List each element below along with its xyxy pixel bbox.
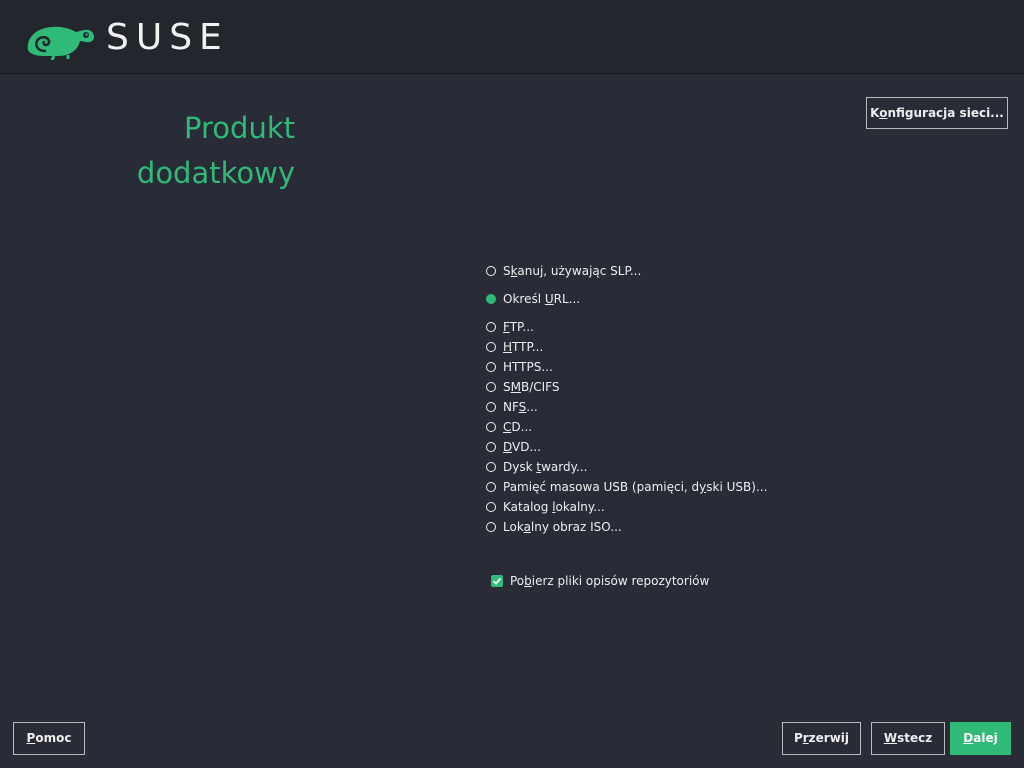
checkbox-label: Pobierz pliki opisów repozytoriów — [510, 574, 710, 588]
radio-option[interactable]: Pamięć masowa USB (pamięci, dyski USB)..… — [486, 478, 767, 496]
radio-unselected-icon[interactable] — [486, 266, 496, 276]
next-button-label: Dalej — [963, 731, 998, 745]
next-button[interactable]: Dalej — [950, 722, 1011, 755]
page-title-line1: Produkt — [184, 111, 295, 145]
page-title: Produkt dodatkowy — [137, 106, 295, 196]
radio-unselected-icon[interactable] — [486, 502, 496, 512]
radio-option[interactable]: Katalog lokalny... — [486, 498, 605, 516]
help-button-label: Pomoc — [26, 731, 72, 745]
download-repo-descriptions-checkbox[interactable]: Pobierz pliki opisów repozytoriów — [491, 572, 709, 590]
radio-option-label: CD... — [503, 420, 533, 434]
radio-option[interactable]: Dysk twardy... — [486, 458, 587, 476]
brand-wordmark: SUSE — [106, 17, 229, 58]
radio-option[interactable]: Skanuj, używając SLP... — [486, 262, 641, 280]
radio-option[interactable]: DVD... — [486, 438, 541, 456]
radio-option-label: Skanuj, używając SLP... — [503, 264, 642, 278]
radio-option-label: FTP... — [503, 320, 534, 334]
top-bar: SUSE — [0, 0, 1024, 74]
back-button-label: Wstecz — [883, 731, 933, 745]
radio-unselected-icon[interactable] — [486, 422, 496, 432]
radio-option[interactable]: NFS... — [486, 398, 538, 416]
radio-unselected-icon[interactable] — [486, 322, 496, 332]
page-title-line2: dodatkowy — [136, 156, 295, 190]
radio-option[interactable]: Lokalny obraz ISO... — [486, 518, 622, 536]
help-button[interactable]: Pomoc — [13, 722, 85, 755]
radio-option-label: SMB/CIFS — [503, 380, 560, 394]
radio-unselected-icon[interactable] — [486, 462, 496, 472]
radio-option-label: HTTP... — [503, 340, 544, 354]
radio-selected-icon[interactable] — [486, 294, 496, 304]
radio-option-label: Lokalny obraz ISO... — [503, 520, 622, 534]
radio-option[interactable]: Określ URL... — [486, 290, 580, 308]
radio-unselected-icon[interactable] — [486, 402, 496, 412]
abort-button-label: Przerwij — [793, 731, 850, 745]
radio-option[interactable]: SMB/CIFS — [486, 378, 560, 396]
suse-chameleon-logo-icon — [27, 26, 94, 60]
radio-unselected-icon[interactable] — [486, 382, 496, 392]
radio-unselected-icon[interactable] — [486, 522, 496, 532]
radio-option[interactable]: FTP... — [486, 318, 534, 336]
network-config-button[interactable]: Konfiguracja sieci... — [866, 97, 1008, 129]
radio-option-label: Określ URL... — [503, 292, 581, 306]
network-config-label: Konfiguracja sieci... — [870, 106, 1004, 120]
radio-option-label: Katalog lokalny... — [503, 500, 605, 514]
radio-option[interactable]: CD... — [486, 418, 532, 436]
radio-unselected-icon[interactable] — [486, 442, 496, 452]
radio-option[interactable]: HTTP... — [486, 338, 543, 356]
checkbox-checked-icon[interactable] — [491, 575, 503, 587]
radio-option-label: DVD... — [503, 440, 541, 454]
radio-option-label: NFS... — [503, 400, 538, 414]
radio-option-label: HTTPS... — [503, 360, 553, 374]
radio-unselected-icon[interactable] — [486, 362, 496, 372]
radio-unselected-icon[interactable] — [486, 342, 496, 352]
abort-button[interactable]: Przerwij — [782, 722, 861, 755]
back-button[interactable]: Wstecz — [871, 722, 945, 755]
radio-unselected-icon[interactable] — [486, 482, 496, 492]
radio-option-label: Pamięć masowa USB (pamięci, dyski USB)..… — [503, 480, 768, 494]
radio-option[interactable]: HTTPS... — [486, 358, 553, 376]
radio-option-label: Dysk twardy... — [503, 460, 588, 474]
